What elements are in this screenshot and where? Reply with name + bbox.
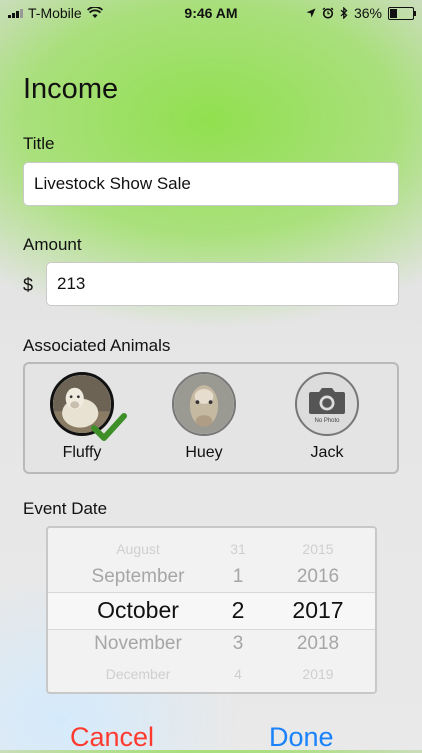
- currency-symbol: $: [23, 275, 34, 295]
- animal-avatar: [172, 372, 236, 436]
- picker-month: November: [94, 633, 182, 654]
- picker-day: 4: [234, 666, 242, 682]
- animal-avatar: [50, 372, 127, 441]
- amount-label: Amount: [23, 235, 82, 254]
- picker-day: 31: [230, 541, 246, 557]
- picker-month: August: [116, 541, 160, 557]
- animal-name: Huey: [185, 444, 223, 461]
- battery-icon: [388, 6, 416, 20]
- alarm-icon: [322, 7, 334, 19]
- animals-panel: Fluffy Huey No Photo Jack: [23, 362, 399, 474]
- title-field[interactable]: Livestock Show Sale: [23, 162, 399, 206]
- picker-row[interactable]: August 31 2015: [48, 536, 375, 562]
- picker-year: 2015: [302, 541, 334, 557]
- animal-name: Jack: [310, 444, 344, 461]
- picker-day: 2: [231, 597, 245, 623]
- picker-year: 2018: [296, 633, 340, 654]
- animal-name: Fluffy: [62, 444, 102, 461]
- done-button[interactable]: Done: [269, 722, 334, 753]
- cancel-button[interactable]: Cancel: [70, 722, 154, 753]
- cow-photo-icon: [174, 374, 234, 434]
- bluetooth-icon: [340, 7, 348, 19]
- no-photo-label: No Photo: [314, 418, 340, 424]
- status-bar: T-Mobile 9:46 AM 36%: [0, 0, 422, 26]
- status-right: 36%: [306, 5, 416, 21]
- picker-month: September: [91, 566, 185, 587]
- picker-month: December: [105, 666, 171, 682]
- picker-year: 2016: [296, 566, 340, 587]
- picker-day: 1: [232, 566, 244, 587]
- picker-year: 2019: [302, 666, 334, 682]
- picker-row[interactable]: December 4 2019: [48, 661, 375, 687]
- location-icon: [306, 8, 316, 18]
- animal-fluffy[interactable]: Fluffy: [37, 372, 127, 462]
- picker-row[interactable]: November 3 2018: [48, 629, 375, 659]
- title-label: Title: [23, 134, 55, 153]
- battery-fill: [390, 8, 397, 18]
- picker-row-selected[interactable]: October 2 2017: [48, 594, 375, 626]
- amount-field[interactable]: 213: [46, 262, 399, 306]
- picker-row[interactable]: September 1 2016: [48, 562, 375, 592]
- event-date-label: Event Date: [23, 499, 108, 518]
- animal-jack[interactable]: No Photo Jack: [282, 372, 372, 462]
- picker-day: 3: [232, 633, 244, 654]
- picker-year: 2017: [292, 597, 344, 623]
- picker-month: October: [97, 597, 179, 623]
- animals-label: Associated Animals: [23, 336, 171, 355]
- selected-check-icon: [91, 413, 127, 441]
- date-picker[interactable]: August 31 2015 September 1 2016 October …: [46, 526, 377, 694]
- battery-percent: 36%: [353, 5, 382, 21]
- animal-avatar: No Photo: [295, 372, 359, 436]
- page-title: Income: [23, 73, 119, 105]
- animal-huey[interactable]: Huey: [159, 372, 249, 462]
- camera-icon: [309, 388, 345, 414]
